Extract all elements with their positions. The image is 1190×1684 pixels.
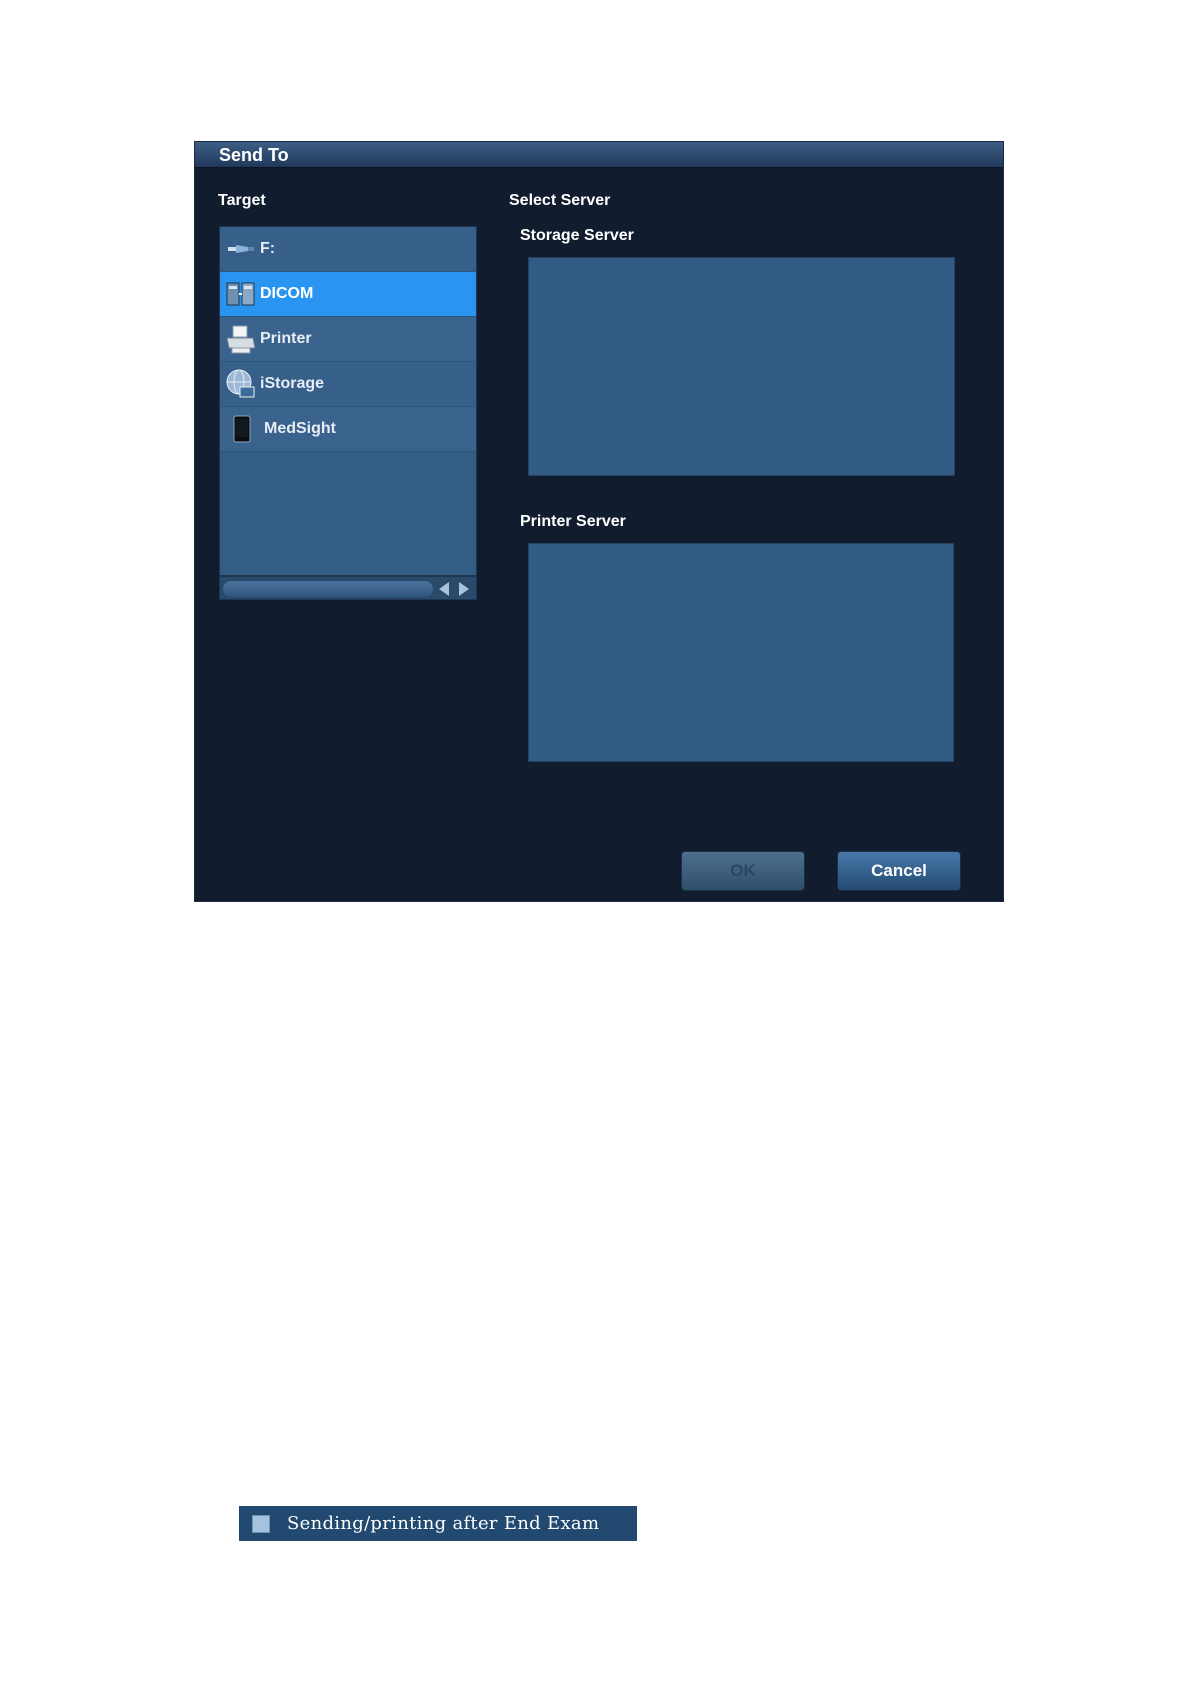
target-item-printer[interactable]: Printer bbox=[220, 317, 476, 362]
storage-server-list[interactable] bbox=[528, 257, 955, 476]
target-item-label: F: bbox=[260, 240, 276, 257]
send-after-end-exam-option[interactable]: Sending/printing after End Exam bbox=[239, 1506, 637, 1541]
target-item-f-drive[interactable]: F: bbox=[220, 227, 476, 272]
target-item-label: Printer bbox=[260, 330, 312, 347]
send-to-dialog: Send To Target Select Server F: DICOM Pr… bbox=[194, 141, 1004, 902]
ok-button[interactable]: OK bbox=[681, 851, 805, 891]
cancel-button[interactable]: Cancel bbox=[837, 851, 961, 891]
mobile-device-icon bbox=[224, 412, 258, 446]
send-after-end-exam-label: Sending/printing after End Exam bbox=[287, 1513, 600, 1534]
scrollbar-track[interactable] bbox=[223, 581, 433, 597]
istorage-globe-icon bbox=[224, 367, 258, 401]
scroll-left-icon[interactable] bbox=[436, 581, 452, 597]
printer-icon bbox=[224, 322, 258, 356]
storage-server-label: Storage Server bbox=[520, 227, 634, 244]
printer-server-list[interactable] bbox=[528, 543, 954, 762]
target-list: F: DICOM Printer iStorage MedSight bbox=[219, 226, 477, 576]
target-list-scrollbar[interactable] bbox=[219, 576, 477, 600]
dialog-title: Send To bbox=[219, 145, 289, 165]
target-item-istorage[interactable]: iStorage bbox=[220, 362, 476, 407]
scroll-right-icon[interactable] bbox=[456, 581, 472, 597]
target-item-label: iStorage bbox=[260, 375, 325, 392]
target-item-medsight[interactable]: MedSight bbox=[220, 407, 476, 452]
target-item-label: MedSight bbox=[264, 420, 336, 437]
title-bar[interactable]: Send To bbox=[195, 142, 1003, 168]
target-item-label: DICOM bbox=[260, 285, 314, 302]
dicom-icon bbox=[224, 277, 258, 311]
select-server-label: Select Server bbox=[509, 192, 611, 209]
target-label: Target bbox=[218, 192, 266, 209]
target-item-dicom[interactable]: DICOM bbox=[220, 272, 476, 317]
printer-server-label: Printer Server bbox=[520, 513, 626, 530]
usb-drive-icon bbox=[224, 232, 258, 266]
send-after-end-exam-checkbox[interactable] bbox=[252, 1514, 270, 1533]
